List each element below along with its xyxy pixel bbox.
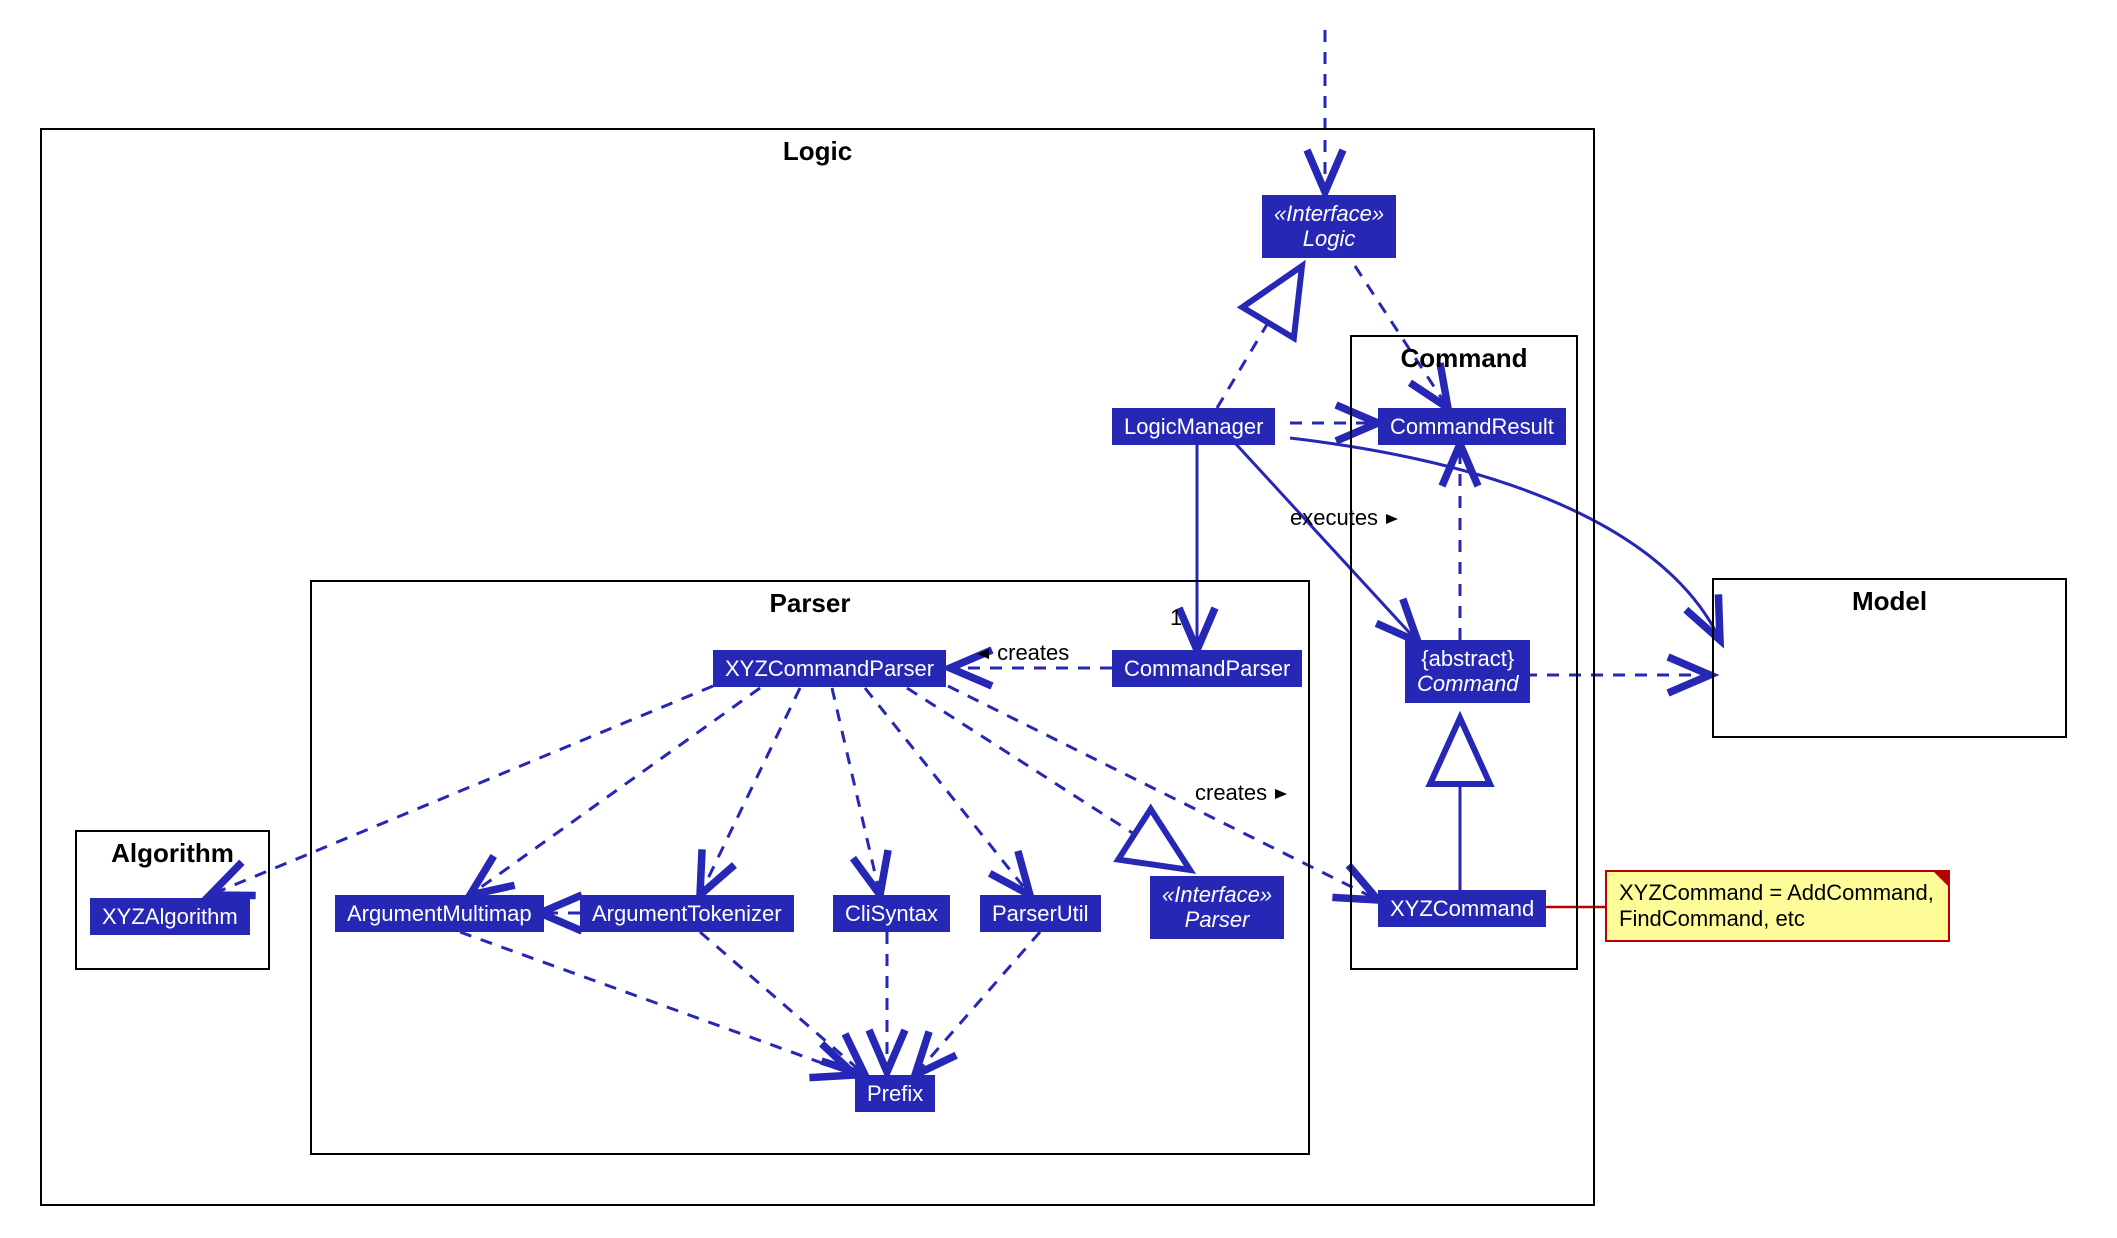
class-xyz-command: XYZCommand [1378,890,1546,927]
direction-triangle-icon [1273,781,1289,807]
cli-syntax-name: CliSyntax [845,901,938,926]
label-mult-one: 1 [1170,605,1182,631]
class-argument-multimap: ArgumentMultimap [335,895,544,932]
command-result-name: CommandResult [1390,414,1554,439]
abstract-command-stereotype: {abstract} [1417,646,1518,671]
direction-triangle-icon [1384,506,1400,532]
class-command-parser: CommandParser [1112,650,1302,687]
prefix-name: Prefix [867,1081,923,1106]
package-command-title: Command [1400,343,1527,374]
class-parser-util: ParserUtil [980,895,1101,932]
package-parser-title: Parser [770,588,851,619]
class-xyz-algorithm: XYZAlgorithm [90,898,250,935]
class-command-result: CommandResult [1378,408,1566,445]
logic-interface-stereotype: «Interface» [1274,201,1384,226]
class-parser-interface: «Interface» Parser [1150,876,1284,939]
abstract-command-name: Command [1417,671,1518,696]
package-model: Model [1712,578,2067,738]
command-parser-name: CommandParser [1124,656,1290,681]
package-logic-title: Logic [783,136,852,167]
class-abstract-command: {abstract} Command [1405,640,1530,703]
parser-interface-name: Parser [1162,907,1272,932]
argument-multimap-name: ArgumentMultimap [347,901,532,926]
class-xyz-command-parser: XYZCommandParser [713,650,946,687]
class-prefix: Prefix [855,1075,935,1112]
label-creates-2-text: creates [1195,780,1267,805]
label-executes-text: executes [1290,505,1378,530]
parser-util-name: ParserUtil [992,901,1089,926]
xyz-algorithm-name: XYZAlgorithm [102,904,238,929]
label-creates-2: creates [1195,780,1289,807]
package-algorithm-title: Algorithm [111,838,234,869]
class-argument-tokenizer: ArgumentTokenizer [580,895,794,932]
logic-manager-name: LogicManager [1124,414,1263,439]
class-cli-syntax: CliSyntax [833,895,950,932]
direction-triangle-icon [975,641,991,667]
package-model-title: Model [1852,586,1927,617]
note-line2: FindCommand, etc [1619,906,1805,931]
note-fold-icon [1932,870,1950,888]
xyz-command-parser-name: XYZCommandParser [725,656,934,681]
class-logic-manager: LogicManager [1112,408,1275,445]
label-creates-1-text: creates [997,640,1069,665]
xyz-command-name: XYZCommand [1390,896,1534,921]
note-xyzcommand: XYZCommand = AddCommand, FindCommand, et… [1605,870,1950,942]
parser-interface-stereotype: «Interface» [1162,882,1272,907]
logic-interface-name: Logic [1274,226,1384,251]
note-line1: XYZCommand = AddCommand, [1619,880,1934,905]
argument-tokenizer-name: ArgumentTokenizer [592,901,782,926]
label-creates-1: creates [975,640,1069,667]
label-executes: executes [1290,505,1400,532]
class-logic-interface: «Interface» Logic [1262,195,1396,258]
